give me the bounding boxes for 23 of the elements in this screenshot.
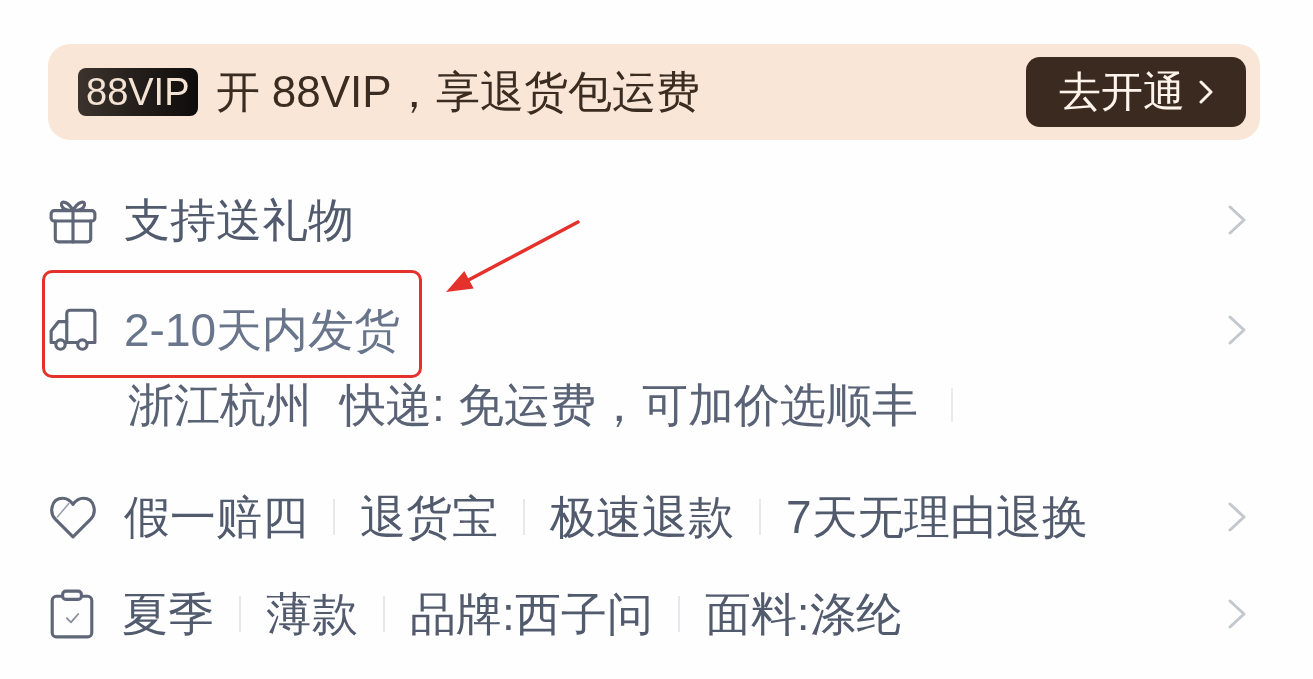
promo-text: 开 88VIP，享退货包运费 <box>215 70 700 114</box>
chevron-right-icon[interactable] <box>1227 598 1247 630</box>
chevron-right-icon[interactable] <box>1227 501 1247 533</box>
tag-text: 夏季 <box>122 587 214 642</box>
row-title: 2-10天内发货 <box>124 303 401 358</box>
detail-text: 快递: 免运费，可加价选顺丰 <box>340 378 918 433</box>
tag-text: 极速退款 <box>550 490 734 545</box>
detail-text: 浙江杭州 <box>128 378 312 433</box>
tag-text: 面料:涤纶 <box>704 587 902 642</box>
chevron-right-icon <box>1199 80 1213 104</box>
chevron-right-icon[interactable] <box>1227 204 1247 236</box>
tag-text: 薄款 <box>266 587 358 642</box>
tag-text: 退货宝 <box>360 490 498 545</box>
tag-text: 品牌:西子问 <box>410 587 653 642</box>
activate-button[interactable]: 去开通 <box>1026 57 1246 127</box>
row-title: 支持送礼物 <box>124 193 354 248</box>
truck-icon <box>48 307 98 353</box>
tag-text: 假一赔四 <box>124 490 308 545</box>
clipboard-icon <box>48 589 96 639</box>
tag-text: 7天无理由退换 <box>786 490 1088 545</box>
vip-badge: 88VIP <box>78 68 198 116</box>
heart-icon <box>48 494 98 540</box>
chevron-right-icon[interactable] <box>1227 314 1247 346</box>
